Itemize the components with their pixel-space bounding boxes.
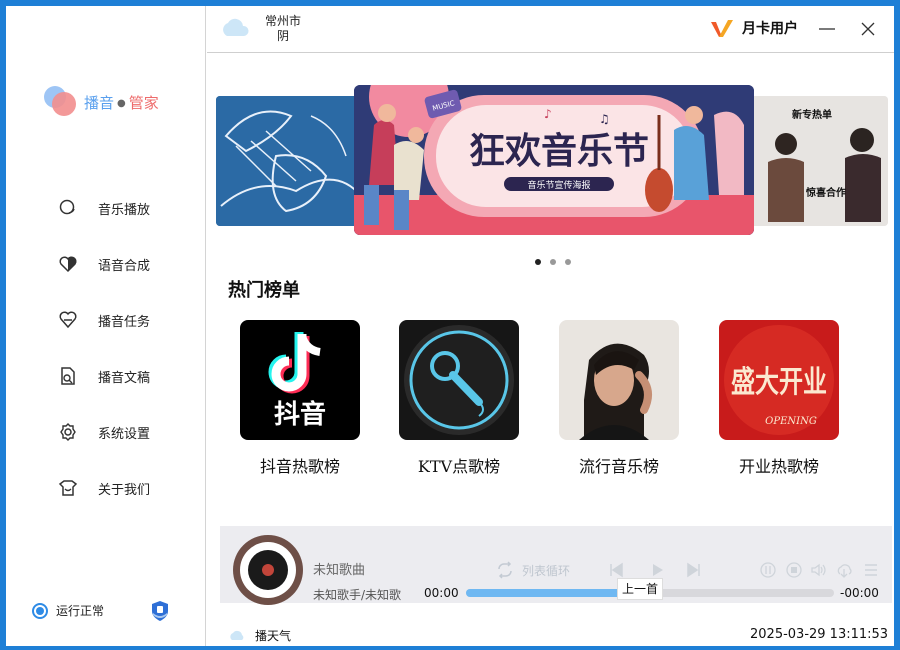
vip-logo-icon — [711, 20, 733, 37]
weather-condition: 阴 — [276, 29, 289, 43]
broadcast-weather-button[interactable]: 播天气 — [255, 627, 291, 644]
section-title-hot-charts: 热门榜单 — [228, 280, 300, 301]
album-disc-icon — [233, 535, 303, 605]
chart-name: KTV点歌榜 — [417, 457, 501, 476]
status-text: 运行正常 — [56, 604, 105, 618]
new-album-promo-image: 新专热单 惊喜合作 — [750, 96, 888, 226]
carousel-pagination — [535, 259, 571, 265]
carousel-banner-next[interactable]: 新专热单 惊喜合作 — [750, 96, 888, 226]
weather-city: 常州市 — [264, 14, 301, 28]
loop-mode-icon[interactable] — [496, 561, 514, 579]
app-name-part1: 播音 — [84, 94, 115, 112]
sidebar-item-label: 关于我们 — [98, 482, 151, 498]
previous-track-icon[interactable] — [608, 562, 624, 578]
sidebar-item-broadcast-task[interactable]: 播音任务 — [58, 306, 188, 334]
app-logo: 播音 ● 管家 — [44, 86, 184, 118]
chart-cover-ktv — [399, 320, 519, 440]
status-indicator-icon — [32, 602, 48, 619]
app-name-part2: 管家 — [128, 94, 159, 112]
douyin-logo-icon: 抖音 — [240, 320, 360, 440]
time-total: -00:00 — [840, 586, 879, 600]
weather-info: 常州市 阴 — [263, 14, 303, 44]
settings-gear-icon — [60, 423, 76, 441]
lyrics-icon[interactable] — [760, 562, 776, 578]
top-bar: 常州市 阴 月卡用户 — [207, 6, 894, 53]
time-current: 00:00 — [424, 586, 459, 600]
run-status: 运行正常 — [32, 602, 104, 619]
chart-cover-opening: 盛大开业 OPENING — [719, 320, 839, 440]
sidebar-item-broadcast-script[interactable]: 播音文稿 — [58, 362, 188, 390]
minimize-icon[interactable] — [814, 16, 840, 42]
about-us-icon — [58, 480, 78, 496]
sidebar-item-label: 音乐播放 — [98, 202, 151, 218]
sidebar-item-about-us[interactable]: 关于我们 — [58, 474, 188, 502]
sidebar-item-music-play[interactable]: 音乐播放 — [58, 194, 188, 222]
loop-mode-label[interactable]: 列表循环 — [522, 562, 570, 579]
douyin-cover-text: 抖音 — [274, 399, 326, 430]
chart-name: 开业热歌榜 — [738, 457, 819, 476]
download-icon[interactable] — [836, 562, 852, 578]
sketch-artwork-image — [216, 96, 366, 226]
song-title: 未知歌曲 — [313, 563, 366, 578]
play-icon[interactable] — [649, 562, 665, 578]
opening-cover-subtext: OPENING — [765, 416, 817, 427]
current-datetime: 2025-03-29 13:11:53 — [750, 627, 889, 642]
chart-cover-pop — [559, 320, 679, 440]
stop-icon[interactable] — [786, 562, 802, 578]
account-type-label[interactable]: 月卡用户 — [742, 18, 798, 38]
broadcast-task-icon — [59, 311, 77, 329]
chart-cover-douyin: 抖音 — [240, 320, 360, 440]
poster-subtitle: 音乐节宣传海报 — [527, 179, 590, 191]
chart-name: 流行音乐榜 — [578, 457, 659, 476]
carousel-dot-3[interactable] — [565, 259, 571, 265]
chart-card-pop[interactable]: 流行音乐榜 — [544, 320, 694, 480]
chart-card-opening[interactable]: 盛大开业 OPENING 开业热歌榜 — [704, 320, 854, 480]
volume-icon[interactable] — [810, 562, 826, 578]
progress-fill — [466, 589, 621, 597]
close-icon[interactable] — [855, 16, 881, 42]
carousel-dot-2[interactable] — [550, 259, 556, 265]
svg-text:♪: ♪ — [544, 107, 552, 121]
next-track-icon[interactable] — [686, 562, 702, 578]
playlist-icon[interactable] — [863, 562, 879, 578]
chart-card-douyin[interactable]: 抖音 抖音热歌榜 — [225, 320, 375, 480]
app-name-separator: ● — [117, 98, 126, 109]
tooltip-previous-track: 上一首 — [617, 578, 663, 600]
voice-synthesis-icon — [59, 256, 77, 273]
app-name: 播音 ● 管家 — [84, 92, 159, 113]
song-artist: 未知歌手/未知歌 — [313, 588, 402, 602]
sidebar-item-label: 播音文稿 — [98, 370, 151, 386]
sidebar-item-voice-synthesis[interactable]: 语音合成 — [58, 250, 188, 278]
svg-text:♫: ♫ — [599, 112, 610, 126]
promo-caption-text: 惊喜合作 — [806, 186, 846, 199]
broadcast-script-icon — [61, 367, 75, 385]
sidebar: 播音 ● 管家 音乐播放 语音合成 播音任务 播音文稿 系统设置 关于我们 运行… — [6, 6, 206, 646]
cloud-weather-icon — [223, 18, 249, 36]
carousel-banner-prev[interactable] — [216, 96, 366, 226]
promo-tag-text: 新专热单 — [792, 108, 832, 121]
pop-artist-photo — [559, 320, 679, 440]
carousel-banner-active[interactable]: MUSIC 狂欢音乐节 音乐节宣传海报 ♪ ♫ — [354, 85, 754, 235]
chart-card-ktv[interactable]: KTV点歌榜 — [384, 320, 534, 480]
music-play-icon — [59, 199, 75, 215]
microphone-icon — [399, 320, 519, 440]
carousel-dot-1[interactable] — [535, 259, 541, 265]
music-festival-poster-image: MUSIC 狂欢音乐节 音乐节宣传海报 ♪ ♫ — [354, 85, 754, 235]
music-player-bar: 未知歌曲 未知歌手/未知歌 列表循环 00:00 -00:00 上一首 — [220, 526, 892, 605]
logo-icon — [44, 86, 80, 118]
app-window: 播音 ● 管家 音乐播放 语音合成 播音任务 播音文稿 系统设置 关于我们 运行… — [6, 6, 894, 646]
shield-icon[interactable] — [150, 600, 170, 622]
sidebar-item-settings[interactable]: 系统设置 — [58, 418, 188, 446]
sidebar-item-label: 系统设置 — [98, 426, 151, 442]
sidebar-item-label: 播音任务 — [98, 314, 151, 330]
poster-title: 狂欢音乐节 — [469, 131, 649, 172]
opening-cover-text: 盛大开业 — [731, 365, 827, 400]
cloud-weather-icon — [230, 630, 244, 640]
sidebar-item-label: 语音合成 — [98, 258, 151, 274]
chart-name: 抖音热歌榜 — [259, 457, 340, 476]
grand-opening-image: 盛大开业 OPENING — [719, 320, 839, 440]
